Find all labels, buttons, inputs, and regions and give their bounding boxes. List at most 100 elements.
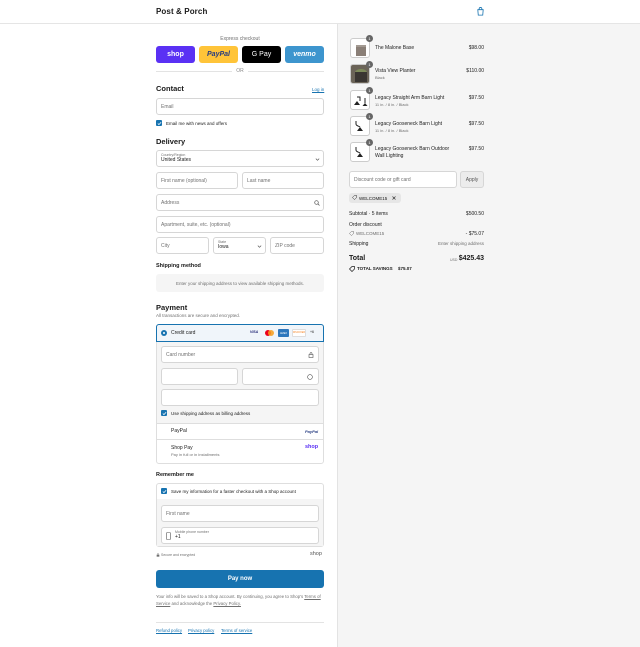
mastercard-icon [265, 330, 274, 336]
shop-pay-button[interactable]: shop [156, 46, 195, 63]
legal-text: Your info will be saved to a Shop accoun… [156, 593, 324, 607]
discount-placeholder: Discount code or gift card [354, 176, 411, 183]
product-name: Legacy Straight Arm Barn Light [375, 95, 445, 101]
email-placeholder: Email [161, 103, 174, 110]
check-icon [162, 489, 166, 493]
barn-light-icon [355, 121, 363, 131]
discount-tag: WELCOME15 [349, 193, 401, 203]
apartment-field[interactable]: Apartment, suite, etc. (optional) [156, 216, 324, 233]
discover-icon: DISCOVER [292, 329, 306, 337]
quantity-badge: 1 [366, 35, 373, 42]
first-name-placeholder: First name (optional) [161, 177, 207, 184]
product-name: Legacy Gooseneck Barn Light [375, 121, 442, 127]
more-cards-label: +6 [310, 330, 314, 334]
city-field[interactable]: City [156, 237, 209, 254]
shipping-method-title: Shipping method [156, 263, 201, 269]
address-field[interactable]: Address [156, 194, 324, 211]
billing-checkbox[interactable] [161, 410, 167, 416]
footer-privacy-link[interactable]: Privacy policy [188, 628, 214, 633]
product-price: $97.50 [468, 95, 484, 101]
quantity-badge: 1 [366, 139, 373, 146]
delivery-title: Delivery [156, 137, 186, 146]
subtotal-value: $500.50 [465, 211, 484, 217]
chevron-down-icon [257, 245, 262, 248]
paypal-button[interactable]: PayPal [199, 46, 238, 63]
security-code-field[interactable] [242, 368, 319, 385]
product-variant: 11 in. / 8 in. / Black [375, 102, 409, 107]
secure-label: Secure and encrypted [161, 553, 196, 557]
shopping-bag-icon[interactable] [476, 7, 485, 16]
save-info-checkbox[interactable] [161, 488, 167, 494]
paypal-logo: PayPal [305, 429, 319, 434]
store-logo[interactable]: Post & Porch [156, 7, 207, 16]
first-name-field[interactable]: First name (optional) [156, 172, 238, 189]
country-value: United States [161, 157, 192, 163]
product-price: $98.00 [468, 45, 484, 51]
pay-now-button[interactable]: Pay now [156, 570, 324, 588]
zip-field[interactable]: ZIP code [270, 237, 324, 254]
product-price: $110.00 [466, 68, 484, 74]
login-link[interactable]: Log in [312, 87, 324, 92]
radio-selected-icon [161, 330, 167, 336]
shipping-value: Enter shipping address [437, 241, 484, 246]
city-placeholder: City [161, 242, 170, 249]
card-number-placeholder: Card number [166, 351, 196, 358]
product-price: $97.50 [468, 121, 484, 127]
close-icon[interactable] [392, 196, 396, 200]
remember-first-name-field[interactable]: First name [161, 505, 319, 522]
country-select[interactable]: Country/Region United States [156, 150, 324, 167]
card-number-field[interactable]: Card number [161, 346, 319, 363]
discount-code-field[interactable]: Discount code or gift card [349, 171, 457, 188]
shipping-notice: Enter your shipping address to view avai… [156, 274, 324, 292]
footer-terms-link[interactable]: Terms of service [221, 628, 252, 633]
or-divider: OR [156, 68, 324, 74]
lock-icon [308, 352, 314, 358]
legal-part1: Your info will be saved to a Shop accoun… [156, 594, 304, 599]
barn-light-icon [355, 147, 363, 157]
payment-subtitle: All transactions are secure and encrypte… [156, 313, 241, 318]
check-icon [162, 411, 166, 415]
check-icon [157, 121, 161, 125]
remember-me-title: Remember me [156, 472, 194, 478]
state-select[interactable]: State Iowa [213, 237, 266, 254]
express-checkout-title: Express checkout [220, 36, 260, 42]
shop-pay-label: Shop Pay [171, 445, 193, 451]
contact-title: Contact [156, 84, 184, 93]
footer-refund-link[interactable]: Refund policy [156, 628, 182, 633]
or-label: OR [236, 68, 244, 74]
total-label: Total [349, 255, 366, 262]
news-checkbox[interactable] [156, 120, 162, 126]
venmo-button[interactable]: venmo [285, 46, 324, 63]
shop-pay-option[interactable]: Shop Pay Pay in full or in installments … [157, 440, 323, 463]
lock-icon [156, 553, 160, 557]
name-on-card-field[interactable] [161, 389, 319, 406]
save-info-label: Save my information for a faster checkou… [171, 489, 296, 494]
phone-field[interactable]: Mobile phone number +1 [161, 527, 319, 544]
credit-card-option[interactable]: Credit card VISA AMEX DISCOVER +6 [156, 324, 324, 342]
email-field[interactable]: Email [156, 98, 324, 115]
order-summary [337, 24, 640, 647]
product-variant: 11 in. / 8 in. / Black [375, 128, 409, 133]
tag-icon [352, 195, 357, 200]
apply-button[interactable]: Apply [460, 171, 484, 188]
shop-logo: shop [305, 444, 319, 450]
savings-value: $75.07 [398, 266, 412, 271]
zip-placeholder: ZIP code [275, 242, 295, 249]
tag-icon [349, 231, 354, 236]
last-name-field[interactable]: Last name [242, 172, 324, 189]
google-pay-button[interactable]: G Pay [242, 46, 281, 63]
paypal-option[interactable]: PayPal PayPal [157, 424, 323, 439]
product-name: Vista View Planter [375, 68, 416, 74]
product-variant: Black [375, 75, 385, 80]
shipping-label: Shipping [349, 241, 369, 247]
search-icon [314, 200, 320, 206]
phone-icon [166, 532, 171, 540]
visa-icon: VISA [250, 330, 259, 334]
privacy-link[interactable]: Privacy Policy. [213, 601, 241, 606]
expiry-field[interactable] [161, 368, 238, 385]
order-discount-label: Order discount [349, 222, 382, 228]
subtotal-label: Subtotal · 5 items [349, 211, 388, 217]
help-circle-icon [307, 374, 313, 380]
billing-label: Use shipping address as billing address [171, 411, 251, 416]
remember-first-name-placeholder: First name [166, 510, 190, 517]
